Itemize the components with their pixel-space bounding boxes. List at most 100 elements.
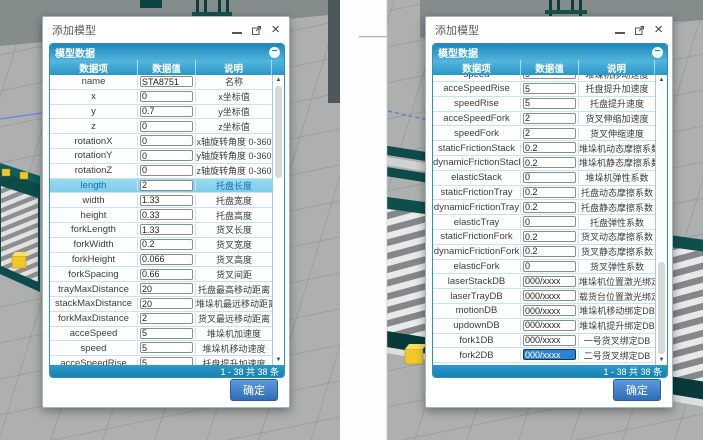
row-value-input[interactable]: [523, 113, 576, 124]
row-value-input[interactable]: [523, 246, 576, 257]
row-value-input[interactable]: [140, 269, 193, 280]
scroll-up-icon[interactable]: ▲: [273, 77, 284, 83]
table-row[interactable]: staticFrictionTray托盘动态摩擦系数: [433, 186, 655, 201]
row-value-input[interactable]: [140, 342, 193, 353]
close-button[interactable]: ×: [271, 25, 280, 35]
row-value-input[interactable]: [140, 283, 193, 294]
table-row[interactable]: forkHeight货叉高度: [50, 253, 272, 268]
table-row[interactable]: forkMaxDistance货叉最远移动距离: [50, 312, 272, 327]
table-row[interactable]: yy坐标值: [50, 105, 272, 120]
table-row[interactable]: zz坐标值: [50, 119, 272, 134]
row-value-input[interactable]: [523, 75, 576, 79]
row-value-input[interactable]: [140, 76, 193, 87]
row-value-input[interactable]: [523, 128, 576, 139]
row-value-input[interactable]: [523, 349, 576, 360]
table-row[interactable]: laserTrayDB载货台位置激光绑定DB: [433, 289, 655, 304]
table-row[interactable]: acceSpeed堆垛机加速度: [50, 327, 272, 342]
table-row[interactable]: height托盘高度: [50, 208, 272, 223]
confirm-button[interactable]: 确定: [230, 379, 278, 401]
row-value-input[interactable]: [523, 216, 576, 227]
table-row[interactable]: elasticTray托盘弹性系数: [433, 215, 655, 230]
row-value-input[interactable]: [140, 328, 193, 339]
table-row[interactable]: forkSpacing货叉间距: [50, 267, 272, 282]
row-value-input[interactable]: [523, 187, 576, 198]
row-value-input[interactable]: [140, 106, 193, 117]
table-row[interactable]: dynamicFrictionTray托盘静态摩擦系数: [433, 200, 655, 215]
maximize-button[interactable]: [634, 25, 645, 36]
table-row[interactable]: trayMaxDistance托盘最高移动距离: [50, 282, 272, 297]
minimize-button[interactable]: [232, 27, 242, 34]
row-value-input[interactable]: [140, 254, 193, 265]
titlebar[interactable]: 添加模型 ×: [43, 17, 289, 43]
collapse-button[interactable]: −: [269, 47, 280, 58]
table-row[interactable]: xx坐标值: [50, 90, 272, 105]
row-value-input[interactable]: [523, 142, 576, 153]
row-value-input[interactable]: [523, 276, 576, 287]
scroll-thumb[interactable]: [275, 86, 282, 178]
row-value-input[interactable]: [140, 180, 193, 191]
maximize-button[interactable]: [251, 25, 262, 36]
row-value-input[interactable]: [140, 91, 193, 102]
row-value-input[interactable]: [140, 357, 193, 365]
scroll-down-icon[interactable]: ▼: [273, 357, 284, 363]
row-value-input[interactable]: [140, 165, 193, 176]
table-row[interactable]: length托盘长度: [50, 179, 272, 194]
table-row[interactable]: speedRise托盘提升速度: [433, 97, 655, 112]
table-row[interactable]: name名称: [50, 75, 272, 90]
table-row[interactable]: acceSpeedRise托盘提升加速度: [433, 82, 655, 97]
row-value-input[interactable]: [523, 172, 576, 183]
row-value-input[interactable]: [140, 298, 193, 309]
row-value-input[interactable]: [140, 150, 193, 161]
table-row[interactable]: laserStackDB堆垛机位置激光绑定DB: [433, 274, 655, 289]
table-row[interactable]: fork1DB一号货叉绑定DB: [433, 334, 655, 349]
row-value-input[interactable]: [523, 202, 576, 213]
table-row[interactable]: dynamicFrictionFork货叉静态摩擦系数: [433, 245, 655, 260]
row-value-input[interactable]: [140, 135, 193, 146]
row-value-input[interactable]: [140, 121, 193, 132]
scrollbar[interactable]: ▲ ▼: [272, 75, 284, 365]
row-value-input[interactable]: [523, 335, 576, 346]
table-row[interactable]: elasticStack堆垛机弹性系数: [433, 171, 655, 186]
row-value-input[interactable]: [140, 209, 193, 220]
scroll-down-icon[interactable]: ▼: [656, 357, 667, 363]
row-value-input[interactable]: [523, 261, 576, 272]
row-desc: 堆垛机提升绑定DB: [579, 319, 655, 332]
table-row[interactable]: speed堆垛机移动速度: [50, 341, 272, 356]
titlebar[interactable]: 添加模型 ×: [426, 17, 672, 43]
row-value-input[interactable]: [140, 224, 193, 235]
scroll-up-icon[interactable]: ▲: [656, 77, 667, 83]
table-row[interactable]: speedFork货叉伸缩速度: [433, 126, 655, 141]
table-row[interactable]: fork2DB二号货叉绑定DB: [433, 348, 655, 363]
table-row[interactable]: forkLength货叉长度: [50, 223, 272, 238]
table-row[interactable]: stackMaxDistance堆垛机最远移动距离: [50, 297, 272, 312]
table-row[interactable]: rotationXx轴旋转角度 0-360: [50, 134, 272, 149]
table-row[interactable]: forkWidth货叉宽度: [50, 238, 272, 253]
table-row[interactable]: width托盘宽度: [50, 193, 272, 208]
table-row[interactable]: staticFrictionStack堆垛机动态摩擦系数: [433, 141, 655, 156]
table-row[interactable]: dynamicFrictionStack堆垛机静态摩擦系数: [433, 156, 655, 171]
table-row[interactable]: acceSpeedFork货叉伸缩加速度: [433, 112, 655, 127]
table-row[interactable]: speed堆垛机移动速度: [433, 75, 655, 82]
row-value-input[interactable]: [523, 320, 576, 331]
table-row[interactable]: staticFrictionFork货叉动态摩擦系数: [433, 230, 655, 245]
table-row[interactable]: motionDB堆垛机移动绑定DB: [433, 304, 655, 319]
row-value-input[interactable]: [140, 313, 193, 324]
row-value-input[interactable]: [140, 195, 193, 206]
row-value-input[interactable]: [140, 239, 193, 250]
row-value-input[interactable]: [523, 305, 576, 316]
collapse-button[interactable]: −: [652, 47, 663, 58]
close-button[interactable]: ×: [654, 25, 663, 35]
row-value-input[interactable]: [523, 98, 576, 109]
table-row[interactable]: rotationYy轴旋转角度 0-360: [50, 149, 272, 164]
table-row[interactable]: rotationZz轴旋转角度 0-360: [50, 164, 272, 179]
row-value-input[interactable]: [523, 83, 576, 94]
row-value-input[interactable]: [523, 231, 576, 242]
confirm-button[interactable]: 确定: [613, 379, 661, 401]
table-row[interactable]: elasticFork货叉弹性系数: [433, 260, 655, 275]
row-value-input[interactable]: [523, 290, 576, 301]
scrollbar[interactable]: ▲ ▼: [655, 75, 667, 365]
scroll-thumb[interactable]: [658, 262, 665, 354]
table-row[interactable]: updownDB堆垛机提升绑定DB: [433, 319, 655, 334]
row-value-input[interactable]: [523, 157, 576, 168]
minimize-button[interactable]: [615, 27, 625, 34]
